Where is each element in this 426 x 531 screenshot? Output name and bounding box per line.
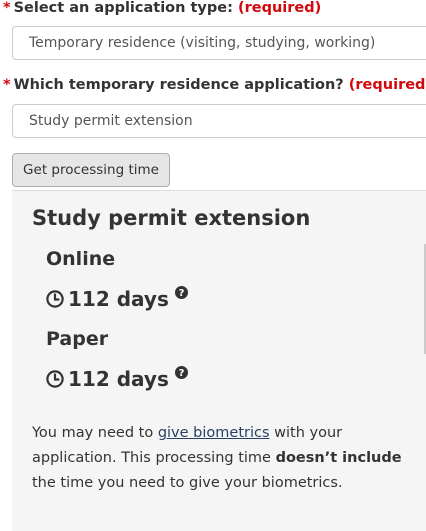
note-text: You may need to	[32, 425, 158, 441]
required-marker: (required)	[237, 0, 322, 16]
paper-heading: Paper	[46, 328, 109, 350]
app-type-select[interactable]: Temporary residence (visiting, studying,…	[12, 26, 426, 60]
app-type-selected-value: Temporary residence (visiting, studying,…	[29, 35, 376, 51]
temp-app-selected-value: Study permit extension	[29, 113, 193, 129]
question-circle-icon[interactable]: ?	[174, 285, 188, 299]
paper-time: 112 days ?	[46, 365, 192, 391]
required-asterisk: *	[3, 0, 11, 16]
clock-icon	[46, 290, 64, 308]
result-title: Study permit extension	[32, 206, 311, 230]
app-type-label-text: Select an application type:	[13, 0, 233, 16]
get-processing-time-button[interactable]: Get processing time	[12, 153, 170, 187]
result-panel: Study permit extension Online 112 days ?…	[12, 190, 426, 531]
online-time-value: 112 days	[68, 287, 169, 311]
online-time: 112 days ?	[46, 285, 192, 311]
app-type-label: * Select an application type: (required)	[3, 0, 321, 16]
give-biometrics-link[interactable]: give biometrics	[158, 425, 270, 441]
temp-app-select[interactable]: Study permit extension	[12, 104, 426, 138]
required-marker: (required)	[348, 77, 426, 93]
temp-app-label-text: Which temporary residence application?	[13, 77, 344, 93]
note-emphasis: doesn’t include	[275, 450, 402, 466]
required-asterisk: *	[3, 77, 11, 93]
temp-app-label: * Which temporary residence application? …	[3, 77, 426, 93]
svg-text:?: ?	[178, 368, 184, 379]
online-heading: Online	[46, 248, 116, 270]
paper-time-value: 112 days	[68, 367, 169, 391]
clock-icon	[46, 370, 64, 388]
note-text: the time you need to give your biometric…	[32, 475, 343, 491]
question-circle-icon[interactable]: ?	[174, 365, 188, 379]
biometrics-note: You may need to give biometrics with you…	[32, 421, 426, 496]
svg-text:?: ?	[178, 288, 184, 299]
